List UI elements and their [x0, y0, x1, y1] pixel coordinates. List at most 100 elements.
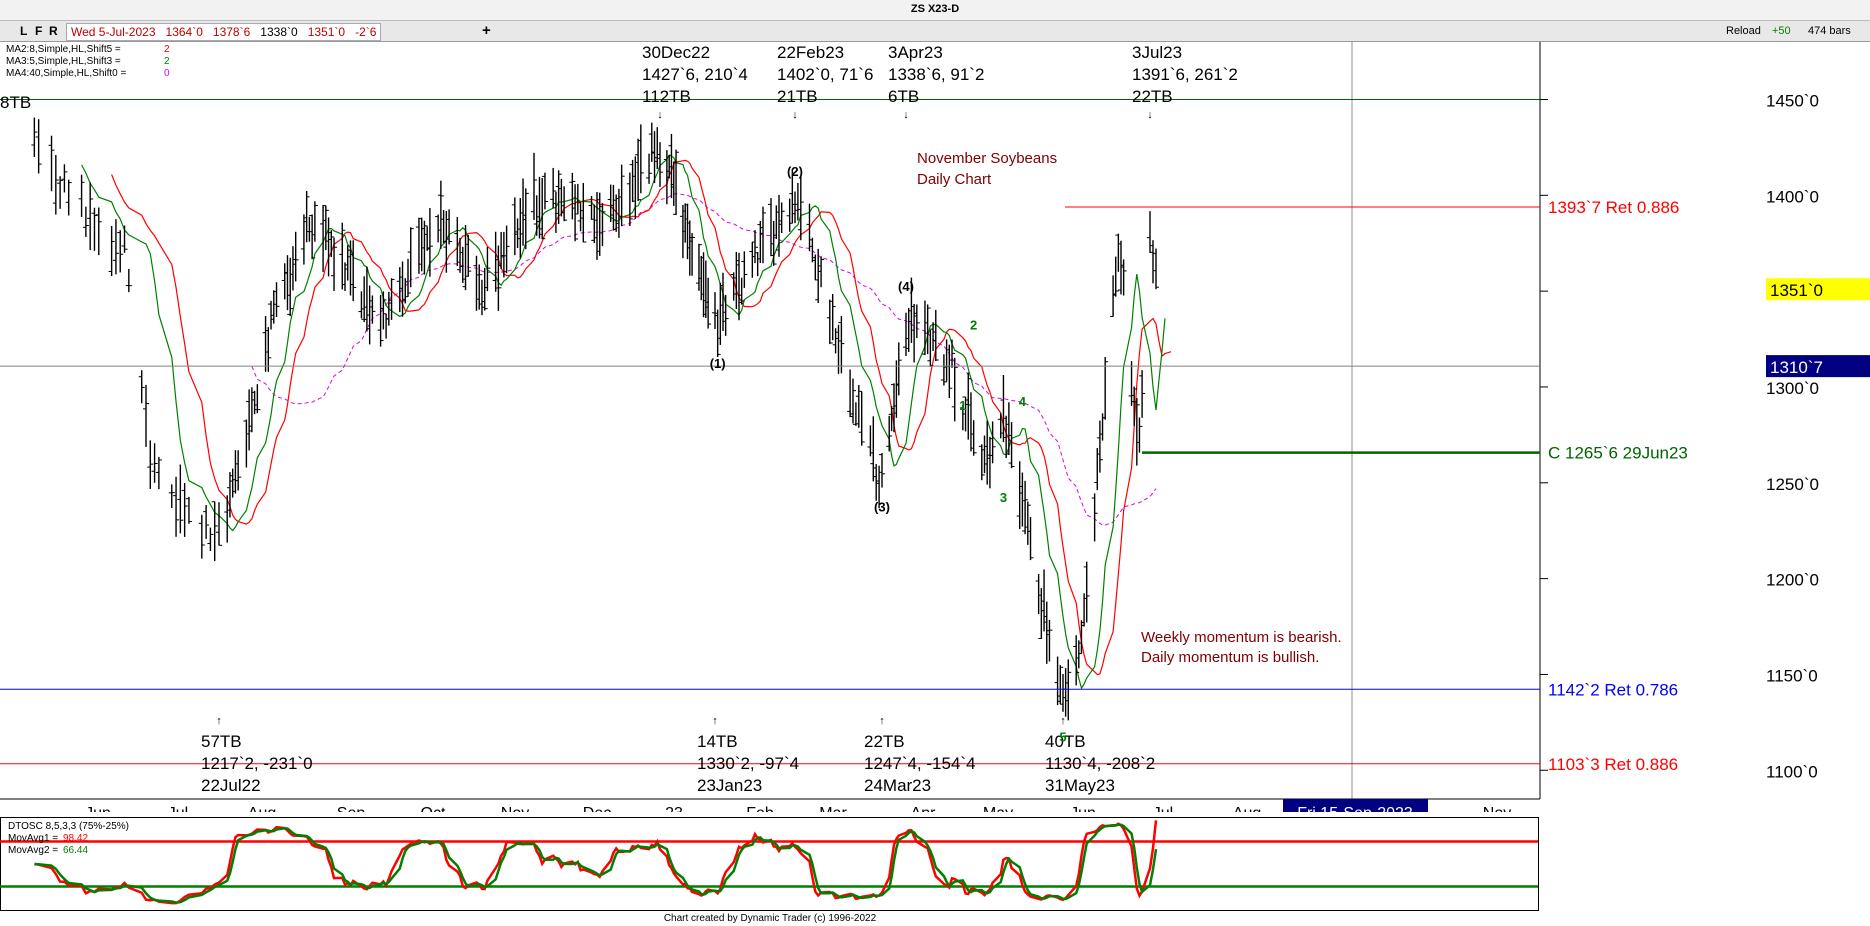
- svg-text:↑: ↑: [1060, 715, 1066, 727]
- svg-text:23Jan23: 23Jan23: [697, 776, 762, 795]
- reload-button[interactable]: Reload: [1726, 25, 1761, 37]
- x-tick-label: Jun: [1070, 805, 1096, 812]
- ohlc-bar: [87, 182, 94, 251]
- level-label: 1393`7 Ret 0.886: [1548, 198, 1679, 217]
- x-tick-label: Jul: [168, 805, 188, 812]
- level-label: 1142`2 Ret 0.786: [1548, 680, 1678, 699]
- ohlc-bar: [1150, 240, 1156, 284]
- wave-label: 4: [1019, 394, 1027, 409]
- svg-text:22TB: 22TB: [864, 732, 905, 751]
- svg-text:30Dec22: 30Dec22: [642, 43, 710, 62]
- x-tick-label: Aug: [1233, 805, 1261, 812]
- ohlc-bar: [57, 176, 64, 209]
- svg-text:↑: ↑: [879, 715, 885, 727]
- ohlc-bar: [1091, 493, 1098, 542]
- quote-low: 1338`0: [260, 25, 298, 39]
- swing-label: ↑ 14TB 1330`2, -97`4 23Jan23: [697, 715, 799, 795]
- svg-text:MovAvg2 =: MovAvg2 =: [8, 845, 58, 856]
- wave-label: 5: [1059, 730, 1066, 745]
- x-tick-label: Mar: [819, 805, 847, 812]
- svg-text:24Mar23: 24Mar23: [864, 776, 931, 795]
- ohlc-bar: [855, 384, 862, 428]
- svg-text:1402`0, 71`6: 1402`0, 71`6: [777, 65, 873, 84]
- price-bars: [31, 117, 1159, 721]
- svg-text:6TB: 6TB: [888, 87, 919, 106]
- swing-label: ↑ 57TB 1217`2, -231`0 22Jul22: [201, 715, 313, 795]
- svg-text:1391`6, 261`2: 1391`6, 261`2: [1132, 65, 1238, 84]
- indicator-value: 0: [164, 68, 170, 79]
- quote-date: Wed 5-Jul-2023: [71, 25, 156, 39]
- svg-text:1217`2, -231`0: 1217`2, -231`0: [201, 754, 313, 773]
- oscillator-chart[interactable]: DTOSC 8,5,3,3 (75%-25%)MovAvg1 = 98.42Mov…: [0, 817, 1540, 912]
- ohlc-bar: [117, 230, 124, 273]
- svg-text:1427`6, 210`4: 1427`6, 210`4: [642, 65, 748, 84]
- svg-text:98.42: 98.42: [63, 833, 88, 844]
- osc-legend-item: MovAvg2 = 66.44: [8, 845, 88, 856]
- indicator-value: 2: [164, 44, 170, 55]
- svg-text:↑: ↑: [712, 715, 718, 727]
- chart-title: November Soybeans: [917, 150, 1057, 167]
- svg-text:1247`4, -154`4: 1247`4, -154`4: [864, 754, 976, 773]
- level-label: 1103`3 Ret 0.886: [1548, 755, 1678, 774]
- wave-label: (2): [787, 164, 803, 179]
- indicator-label: MA2:8,Simple,HL,Shift5 =: [6, 44, 121, 55]
- title-bar: ZS X23-D: [0, 0, 1870, 21]
- y-tick-label: 1200`0: [1766, 571, 1819, 590]
- indicator-legend: MA2:8,Simple,HL,Shift5 = 2 MA3:5,Simple,HL…: [6, 44, 170, 79]
- y-tick-label: 1150`0: [1766, 666, 1818, 685]
- ohlc-bar: [870, 416, 877, 482]
- ohlc-bar: [203, 505, 210, 539]
- toolbar-button-f[interactable]: F: [35, 24, 42, 38]
- ohlc-bar: [198, 514, 205, 559]
- ohlc-bar: [52, 155, 59, 215]
- level-label: C 1265`6 29Jun23: [1548, 444, 1688, 463]
- ohlc-bar: [35, 119, 42, 174]
- ohlc-bar: [151, 443, 158, 483]
- x-tick-label: Aug: [248, 805, 276, 812]
- ohlc-bar: [173, 476, 180, 537]
- svg-text:3Jul23: 3Jul23: [1132, 43, 1182, 62]
- toolbar-right: Reload +50 474 bars: [1726, 23, 1866, 39]
- ohlc-bar: [121, 225, 128, 253]
- oscillator-legend: DTOSC 8,5,3,3 (75%-25%)MovAvg1 = 98.42Mov…: [8, 821, 129, 856]
- x-tick-label: Jul: [1153, 805, 1173, 812]
- ohlc-bar: [91, 207, 98, 251]
- ohlc-bar: [1147, 211, 1153, 253]
- ohlc-bar: [829, 293, 836, 341]
- chart-title: Daily Chart: [917, 171, 992, 188]
- toolbar-button-l[interactable]: L: [20, 24, 27, 38]
- x-tick-label: Feb: [746, 805, 774, 812]
- x-tick-label: 23: [665, 805, 683, 812]
- ohlc-bar: [125, 268, 132, 293]
- ohlc-bar: [78, 174, 85, 217]
- ohlc-bar: [48, 135, 55, 192]
- svg-text:21TB: 21TB: [777, 87, 818, 106]
- wave-label: (3): [874, 500, 890, 515]
- x-tick-label: May: [983, 805, 1013, 812]
- ohlc-bar: [177, 464, 184, 534]
- bar-offset: +50: [1772, 25, 1791, 37]
- ohlc-bar: [873, 464, 880, 501]
- x-tick-label: Nov: [1483, 805, 1511, 812]
- ohlc-bar: [806, 203, 813, 252]
- ohlc-bar: [143, 384, 149, 447]
- ohlc-bar: [858, 391, 865, 446]
- svg-text:14TB: 14TB: [697, 732, 738, 751]
- swing-label: 3Apr23 1338`6, 91`2 6TB ↓: [888, 43, 984, 121]
- svg-text:1338`6, 91`2: 1338`6, 91`2: [888, 65, 984, 84]
- ohlc-bar: [852, 402, 859, 426]
- svg-text:↓: ↓: [903, 109, 909, 121]
- svg-text:1330`2, -97`4: 1330`2, -97`4: [697, 754, 799, 773]
- svg-text:112TB: 112TB: [642, 87, 691, 106]
- ohlc-bar: [147, 440, 154, 489]
- quote-close: 1351`0: [307, 25, 346, 39]
- toolbar-button-r[interactable]: R: [49, 24, 58, 38]
- toolbar: L F R Wed 5-Jul-2023 1364`0 1378`6 1338`…: [0, 21, 1870, 42]
- swing-label: ↑ 22TB 1247`4, -154`4 24Mar23: [864, 715, 976, 795]
- add-button[interactable]: +: [482, 22, 491, 39]
- ohlc-bar: [95, 207, 102, 256]
- svg-text:57TB: 57TB: [201, 732, 242, 751]
- price-chart[interactable]: MA2:8,Simple,HL,Shift5 = 2 MA3:5,Simple,HL…: [0, 42, 1870, 812]
- svg-text:DTOSC 8,5,3,3 (75%-25%): DTOSC 8,5,3,3 (75%-25%): [8, 821, 129, 832]
- ohlc-bar: [112, 219, 119, 275]
